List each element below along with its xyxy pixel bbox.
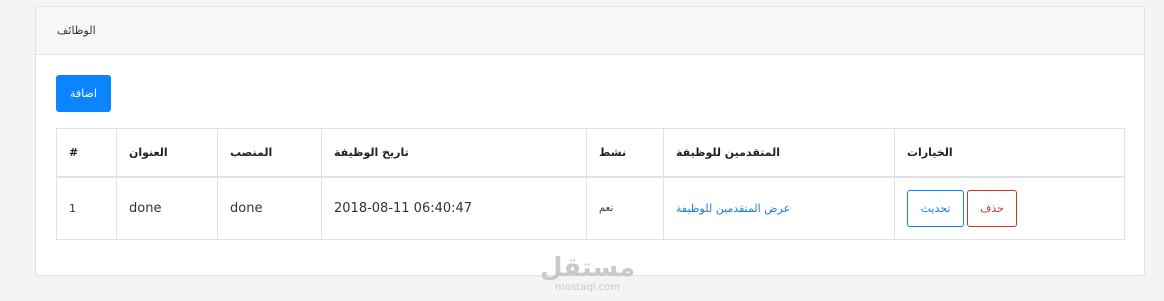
- col-options: الخيارات: [894, 128, 1125, 178]
- view-applicants-link[interactable]: عرض المتقدمين للوظيفة: [676, 202, 790, 215]
- cell-applicants: عرض المتقدمين للوظيفة: [663, 176, 895, 240]
- cell-options: تحديث حذف: [894, 176, 1125, 240]
- col-job-date: تاريخ الوظيفة: [321, 128, 587, 178]
- col-position: المنصب: [217, 128, 322, 178]
- col-active: نشط: [586, 128, 664, 178]
- cell-title: done: [116, 176, 218, 240]
- jobs-table: # العنوان المنصب تاريخ الوظيفة نشط المتق…: [56, 128, 1125, 240]
- add-job-button[interactable]: اضافة: [56, 75, 111, 112]
- cell-job-date: 2018-08-11 06:40:47: [321, 176, 587, 240]
- cell-number: 1: [56, 176, 117, 240]
- panel-title: الوظائف: [57, 24, 96, 37]
- cell-active: نعم: [586, 176, 664, 240]
- delete-button[interactable]: حذف: [967, 189, 1017, 227]
- table-row: 1 done done 2018-08-11 06:40:47 نعم عرض …: [56, 176, 1125, 240]
- watermark: مستقل mostaql.com: [540, 254, 635, 294]
- table-header-row: # العنوان المنصب تاريخ الوظيفة نشط المتق…: [56, 128, 1125, 178]
- col-applicants: المتقدمين للوظيفة: [663, 128, 895, 178]
- watermark-url: mostaql.com: [555, 282, 620, 293]
- update-button[interactable]: تحديث: [907, 189, 964, 227]
- panel-header: الوظائف: [36, 7, 1144, 55]
- watermark-logo-text: مستقل: [540, 253, 636, 283]
- col-title: العنوان: [116, 128, 218, 178]
- jobs-panel: الوظائف اضافة # العنوان المنصب تاريخ الو…: [35, 6, 1145, 276]
- col-number: #: [56, 128, 117, 178]
- cell-position: done: [217, 176, 322, 240]
